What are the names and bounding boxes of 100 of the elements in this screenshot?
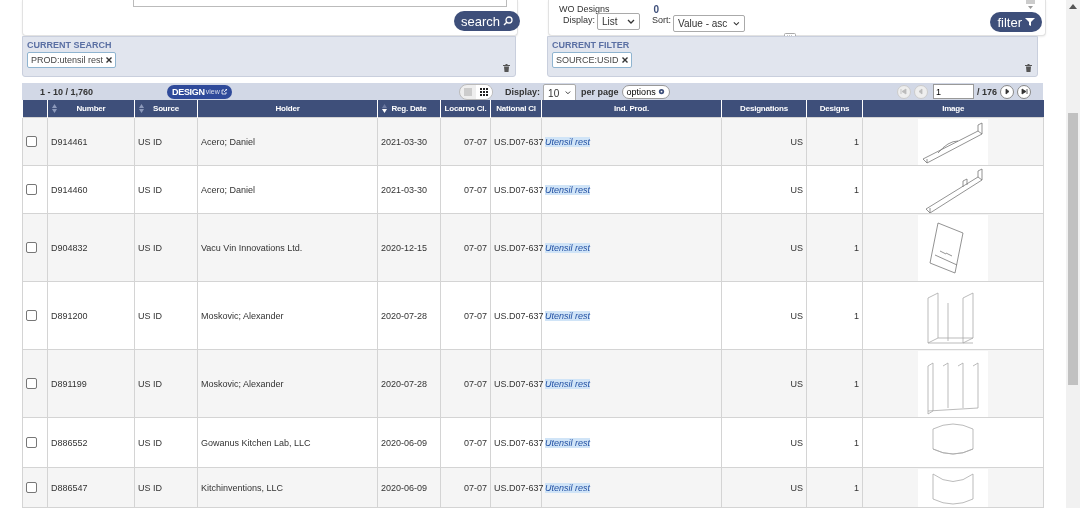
table-cell: 07-07: [440, 213, 491, 282]
table-cell: 07-07: [440, 467, 491, 508]
design-number: D886552: [47, 417, 135, 468]
step-forward-icon: [1003, 88, 1011, 95]
current-search-tag[interactable]: PROD:utensil rest: [27, 51, 117, 68]
close-icon: [106, 56, 113, 63]
table-cell: 1: [806, 117, 863, 166]
table-cell: US.D07-637: [490, 117, 542, 166]
column-header[interactable]: Number: [47, 100, 135, 118]
table-cell: 1: [806, 213, 863, 282]
current-search-title: CURRENT SEARCH: [27, 39, 113, 50]
product-name[interactable]: Utensil rest: [545, 136, 590, 147]
column-header[interactable]: Ind. Prod.: [541, 100, 722, 118]
table-cell: US.D07-637: [490, 467, 542, 508]
step-back-icon: [917, 88, 925, 95]
table-cell: US.D07-637: [490, 213, 542, 282]
table-cell: US ID: [134, 281, 198, 350]
table-cell: 07-07: [440, 165, 491, 214]
design-number: D904832: [47, 213, 135, 282]
filter-button[interactable]: filter: [990, 12, 1042, 32]
table-cell: US ID: [134, 349, 198, 418]
table-cell: 07-07: [440, 417, 491, 468]
table-cell: US ID: [134, 117, 198, 166]
table-cell: US.D07-637: [490, 349, 542, 418]
column-header[interactable]: Holder: [197, 100, 378, 118]
column-header[interactable]: Designs: [806, 100, 863, 118]
column-header[interactable]: Locarno Cl.: [440, 100, 491, 118]
page-total: / 176: [977, 86, 997, 97]
table-cell: 07-07: [440, 117, 491, 166]
sort-icon: [52, 104, 57, 113]
scrollbar[interactable]: [1066, 0, 1080, 508]
table-cell: US: [721, 117, 807, 166]
options-button[interactable]: options: [621, 84, 670, 99]
product-name[interactable]: Utensil rest: [545, 482, 590, 493]
design-number: D891199: [47, 349, 135, 418]
step-forward-icon: [1020, 88, 1028, 95]
column-header[interactable]: Source: [134, 100, 198, 118]
table-cell: 1: [806, 281, 863, 350]
table-cell: US: [721, 213, 807, 282]
product-name[interactable]: Utensil rest: [545, 242, 590, 253]
grid-view-button[interactable]: [476, 84, 493, 99]
table-cell: US.D07-637: [490, 165, 542, 214]
current-filter-tag[interactable]: SOURCE:USID: [552, 51, 632, 68]
table-cell: US: [721, 281, 807, 350]
table-cell: Acero; Daniel: [197, 117, 378, 166]
column-header[interactable]: National Cl: [490, 100, 542, 118]
row-checkbox[interactable]: [26, 136, 37, 147]
row-checkbox[interactable]: [26, 242, 37, 253]
table-cell: Vacu Vin Innovations Ltd.: [197, 213, 378, 282]
product-name[interactable]: Utensil rest: [545, 310, 590, 321]
per-page-label: per page: [581, 86, 619, 97]
table-cell: Moskovic; Alexander: [197, 281, 378, 350]
product-name[interactable]: Utensil rest: [545, 378, 590, 389]
table-cell: US ID: [134, 467, 198, 508]
close-icon: [621, 56, 628, 63]
column-header[interactable]: Reg. Date: [377, 100, 441, 118]
sort-select[interactable]: Value - asc: [673, 15, 746, 32]
funnel-icon: [1025, 17, 1035, 27]
sort-down-icon: [382, 104, 387, 113]
scroll-up-icon: [1069, 4, 1077, 9]
trash-icon: [1025, 64, 1032, 72]
product-name[interactable]: Utensil rest: [545, 184, 590, 195]
caret-icon: [733, 20, 741, 27]
step-back-icon: [900, 88, 908, 95]
table-cell: US ID: [134, 417, 198, 468]
column-header[interactable]: Designations: [721, 100, 807, 118]
last-page-button[interactable]: [1017, 84, 1031, 99]
table-cell: 07-07: [440, 281, 491, 350]
grid-icon: [480, 87, 489, 96]
search-icon: [503, 16, 513, 26]
scroll-thumb[interactable]: [1068, 113, 1078, 385]
product-name[interactable]: Utensil rest: [545, 437, 590, 448]
table-cell: Kitchinventions, LLC: [197, 467, 378, 508]
current-filter-title: CURRENT FILTER: [552, 39, 631, 50]
row-checkbox[interactable]: [26, 378, 37, 389]
search-button[interactable]: search: [453, 11, 520, 31]
sort-icon: [139, 104, 144, 113]
table-cell: Gowanus Kitchen Lab, LLC: [197, 417, 378, 468]
search-field[interactable]: [133, 0, 507, 7]
display-label: Display:: [505, 86, 541, 97]
table-cell: 2021-03-30: [377, 117, 441, 166]
row-checkbox[interactable]: [26, 184, 37, 195]
row-checkbox[interactable]: [26, 437, 37, 448]
table-cell: US: [721, 467, 807, 508]
table-cell: US: [721, 349, 807, 418]
table-cell: 2020-12-15: [377, 213, 441, 282]
display-select[interactable]: List: [597, 13, 640, 30]
table-cell: 07-07: [440, 349, 491, 418]
row-checkbox[interactable]: [26, 310, 37, 321]
column-header[interactable]: Image: [862, 100, 1044, 118]
table-cell: US.D07-637: [490, 281, 542, 350]
design-number: D891200: [47, 281, 135, 350]
page-number-field[interactable]: 1: [933, 84, 974, 99]
table-cell: 2021-03-30: [377, 165, 441, 214]
table-cell: 2020-06-09: [377, 467, 441, 508]
row-checkbox[interactable]: [26, 482, 37, 493]
table-cell: US: [721, 165, 807, 214]
next-page-button[interactable]: [1000, 84, 1014, 99]
table-cell: 1: [806, 417, 863, 468]
table-cell: 2020-06-09: [377, 417, 441, 468]
